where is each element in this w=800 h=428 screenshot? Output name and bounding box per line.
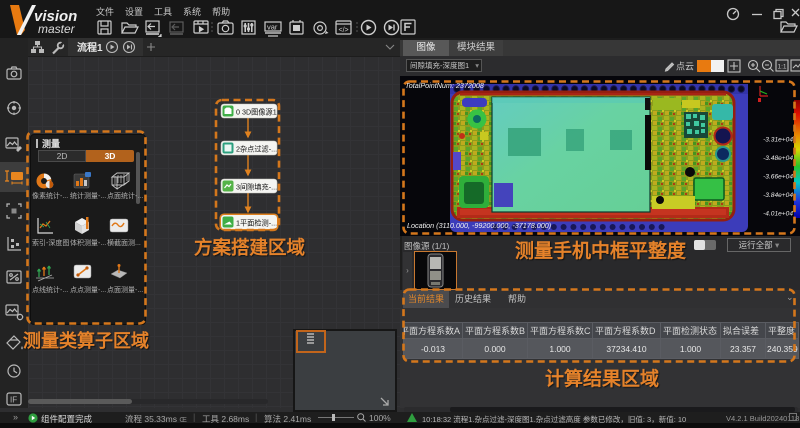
svg-text:1平面检测-...: 1平面检测-... bbox=[236, 219, 277, 228]
svg-text:点云: 点云 bbox=[676, 62, 694, 72]
svg-text:点点测量-...: 点点测量-... bbox=[70, 286, 106, 294]
svg-text:3间隙填充-...: 3间隙填充-... bbox=[236, 183, 277, 192]
svg-text:0 3D图像源1: 0 3D图像源1 bbox=[236, 108, 277, 117]
svg-text:master: master bbox=[38, 22, 76, 36]
svg-text:IF: IF bbox=[10, 396, 17, 405]
svg-text:-3.31e+04: -3.31e+04 bbox=[763, 137, 793, 144]
svg-text:-4.01e+04: -4.01e+04 bbox=[763, 211, 793, 218]
svg-text:TotalPointNum: 2372008: TotalPointNum: 2372008 bbox=[405, 81, 484, 90]
svg-text:流程1: 流程1 bbox=[77, 41, 103, 54]
svg-text:点线统计-...: 点线统计-... bbox=[32, 285, 68, 294]
svg-text:2杂点过滤-...: 2杂点过滤-... bbox=[236, 145, 277, 154]
svg-text:</>: </> bbox=[339, 27, 349, 34]
svg-text:-3.48e+04: -3.48e+04 bbox=[763, 155, 793, 162]
svg-text:点面测量-...: 点面测量-... bbox=[107, 286, 143, 294]
svg-text:体积测量-...: 体积测量-... bbox=[70, 238, 106, 247]
svg-text:1:1: 1:1 bbox=[778, 64, 787, 71]
svg-text:横截面测...: 横截面测... bbox=[107, 238, 141, 247]
svg-text:-3.66e+04: -3.66e+04 bbox=[763, 174, 793, 181]
svg-text:点面统计-...: 点面统计-... bbox=[107, 191, 143, 200]
svg-text:索引-深度图: 索引-深度图 bbox=[32, 238, 69, 247]
svg-text:-3.84e+04: -3.84e+04 bbox=[763, 192, 793, 199]
svg-text:统计测量-...: 统计测量-... bbox=[70, 191, 106, 200]
svg-text:Location (3110.000, -99200.000: Location (3110.000, -99200.000, -37178.0… bbox=[407, 221, 551, 230]
svg-text:像素统计-...: 像素统计-... bbox=[32, 191, 68, 200]
svg-text:var: var bbox=[267, 23, 278, 32]
